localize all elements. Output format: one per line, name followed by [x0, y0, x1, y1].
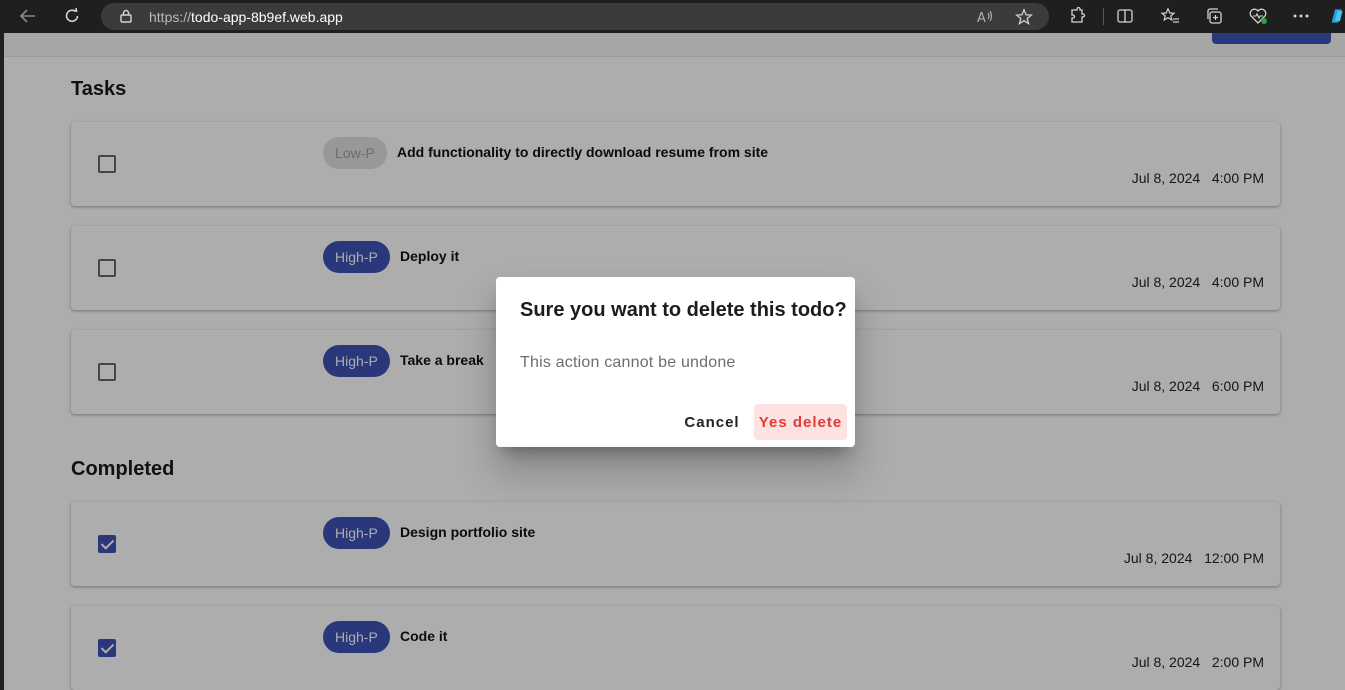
copilot-icon[interactable] — [1330, 6, 1345, 26]
page-viewport: Tasks Low-P Add functionality to directl… — [4, 33, 1345, 690]
favorites-icon[interactable] — [1160, 6, 1180, 26]
dialog-title: Sure you want to delete this todo? — [520, 299, 847, 321]
confirm-delete-button[interactable]: Yes delete — [754, 404, 847, 440]
collections-icon[interactable] — [1204, 6, 1224, 26]
lock-icon — [119, 9, 133, 23]
refresh-icon[interactable] — [60, 5, 84, 27]
dialog-message: This action cannot be undone — [520, 354, 736, 371]
extensions-icon[interactable] — [1067, 6, 1087, 26]
back-arrow-icon[interactable] — [16, 5, 40, 27]
url-text: https://todo-app-8b9ef.web.app — [149, 9, 343, 25]
delete-confirm-dialog: Sure you want to delete this todo? This … — [496, 277, 855, 447]
split-screen-icon[interactable] — [1115, 6, 1135, 26]
svg-text:A: A — [977, 11, 986, 25]
more-options-icon[interactable] — [1291, 6, 1311, 26]
favorite-star-icon[interactable] — [1015, 8, 1033, 26]
toolbar-divider — [1103, 8, 1104, 25]
cancel-button[interactable]: Cancel — [679, 404, 745, 440]
browser-toolbar: https://todo-app-8b9ef.web.app A — [0, 0, 1345, 33]
address-bar[interactable]: https://todo-app-8b9ef.web.app A — [101, 3, 1049, 30]
read-aloud-icon[interactable]: A — [976, 8, 994, 26]
browser-essentials-icon[interactable] — [1248, 6, 1268, 26]
